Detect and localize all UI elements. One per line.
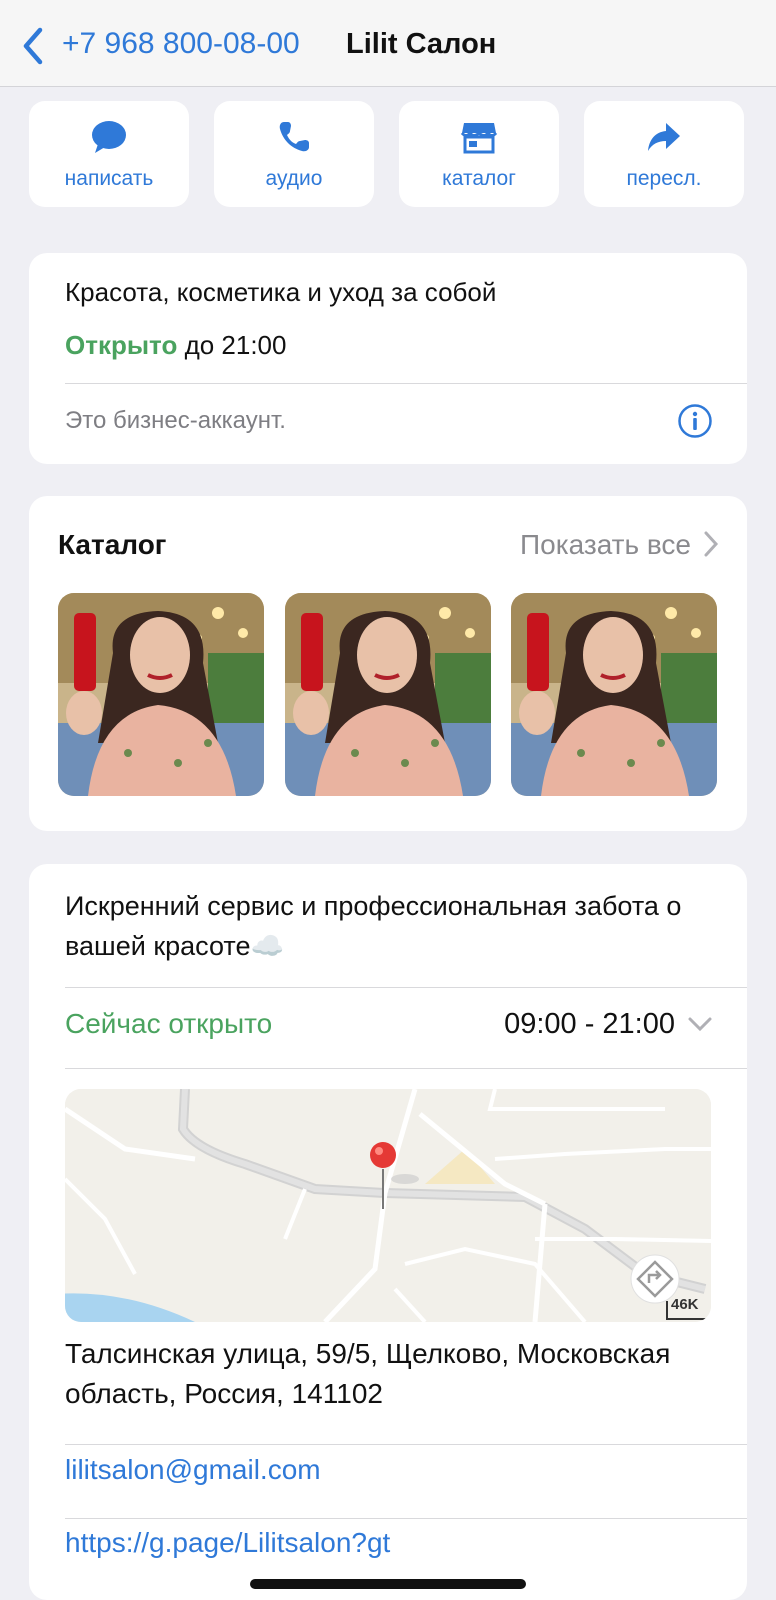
message-button[interactable]: написать <box>29 101 189 207</box>
navigation-bar: +7 968 800-08-00 Lilit Салон <box>0 0 776 87</box>
business-address[interactable]: Талсинская улица, 59/5, Щелково, Московс… <box>65 1334 705 1414</box>
open-word: Открыто <box>65 330 178 360</box>
divider <box>65 1518 747 1519</box>
divider <box>65 383 747 384</box>
contact-name: Lilit Салон <box>346 28 497 60</box>
audio-call-button[interactable]: аудио <box>214 101 374 207</box>
catalog-item-image[interactable] <box>511 593 717 796</box>
info-icon[interactable] <box>677 403 713 439</box>
show-all-link[interactable]: Показать все <box>520 529 691 561</box>
catalog-item-image[interactable] <box>285 593 491 796</box>
divider <box>65 987 747 988</box>
catalog-card: Каталог Показать все <box>29 496 747 831</box>
business-account-note: Это бизнес-аккаунт. <box>65 407 286 434</box>
open-status: Открыто до 21:00 <box>65 330 286 361</box>
website-link[interactable]: https://g.page/Lilitsalon?gt <box>65 1527 390 1559</box>
home-indicator <box>250 1579 526 1589</box>
chevron-right-icon <box>704 531 719 557</box>
share-arrow-icon <box>584 119 744 155</box>
open-now-status[interactable]: Сейчас открыто <box>65 1008 272 1040</box>
divider <box>65 1444 747 1445</box>
catalog-button-label: каталог <box>442 167 516 190</box>
business-info-card: Красота, косметика и уход за собой Откры… <box>29 253 747 464</box>
forward-button[interactable]: пересл. <box>584 101 744 207</box>
forward-button-label: пересл. <box>626 167 702 190</box>
storefront-icon <box>399 119 559 155</box>
divider <box>65 1068 747 1069</box>
catalog-button[interactable]: каталог <box>399 101 559 207</box>
message-button-label: написать <box>64 167 154 190</box>
audio-button-label: аудио <box>265 167 323 190</box>
business-description: Искренний сервис и профессиональная забо… <box>65 891 682 961</box>
catalog-title: Каталог <box>58 529 167 560</box>
location-map[interactable]: 46K <box>65 1089 711 1322</box>
business-category: Красота, косметика и уход за собой <box>65 277 497 307</box>
email-link[interactable]: lilitsalon@gmail.com <box>65 1454 321 1486</box>
back-chevron-icon[interactable] <box>18 26 48 66</box>
open-until: до 21:00 <box>184 330 287 360</box>
chat-bubble-icon <box>29 119 189 155</box>
back-button-phone[interactable]: +7 968 800-08-00 <box>62 27 300 61</box>
business-hours[interactable]: 09:00 - 21:00 <box>504 1008 675 1041</box>
chevron-down-icon[interactable] <box>687 1014 713 1034</box>
business-details-card: Искренний сервис и профессиональная забо… <box>29 864 747 1600</box>
catalog-item-image[interactable] <box>58 593 264 796</box>
map-scale-label: 46K <box>671 1296 699 1313</box>
phone-icon <box>214 119 374 155</box>
